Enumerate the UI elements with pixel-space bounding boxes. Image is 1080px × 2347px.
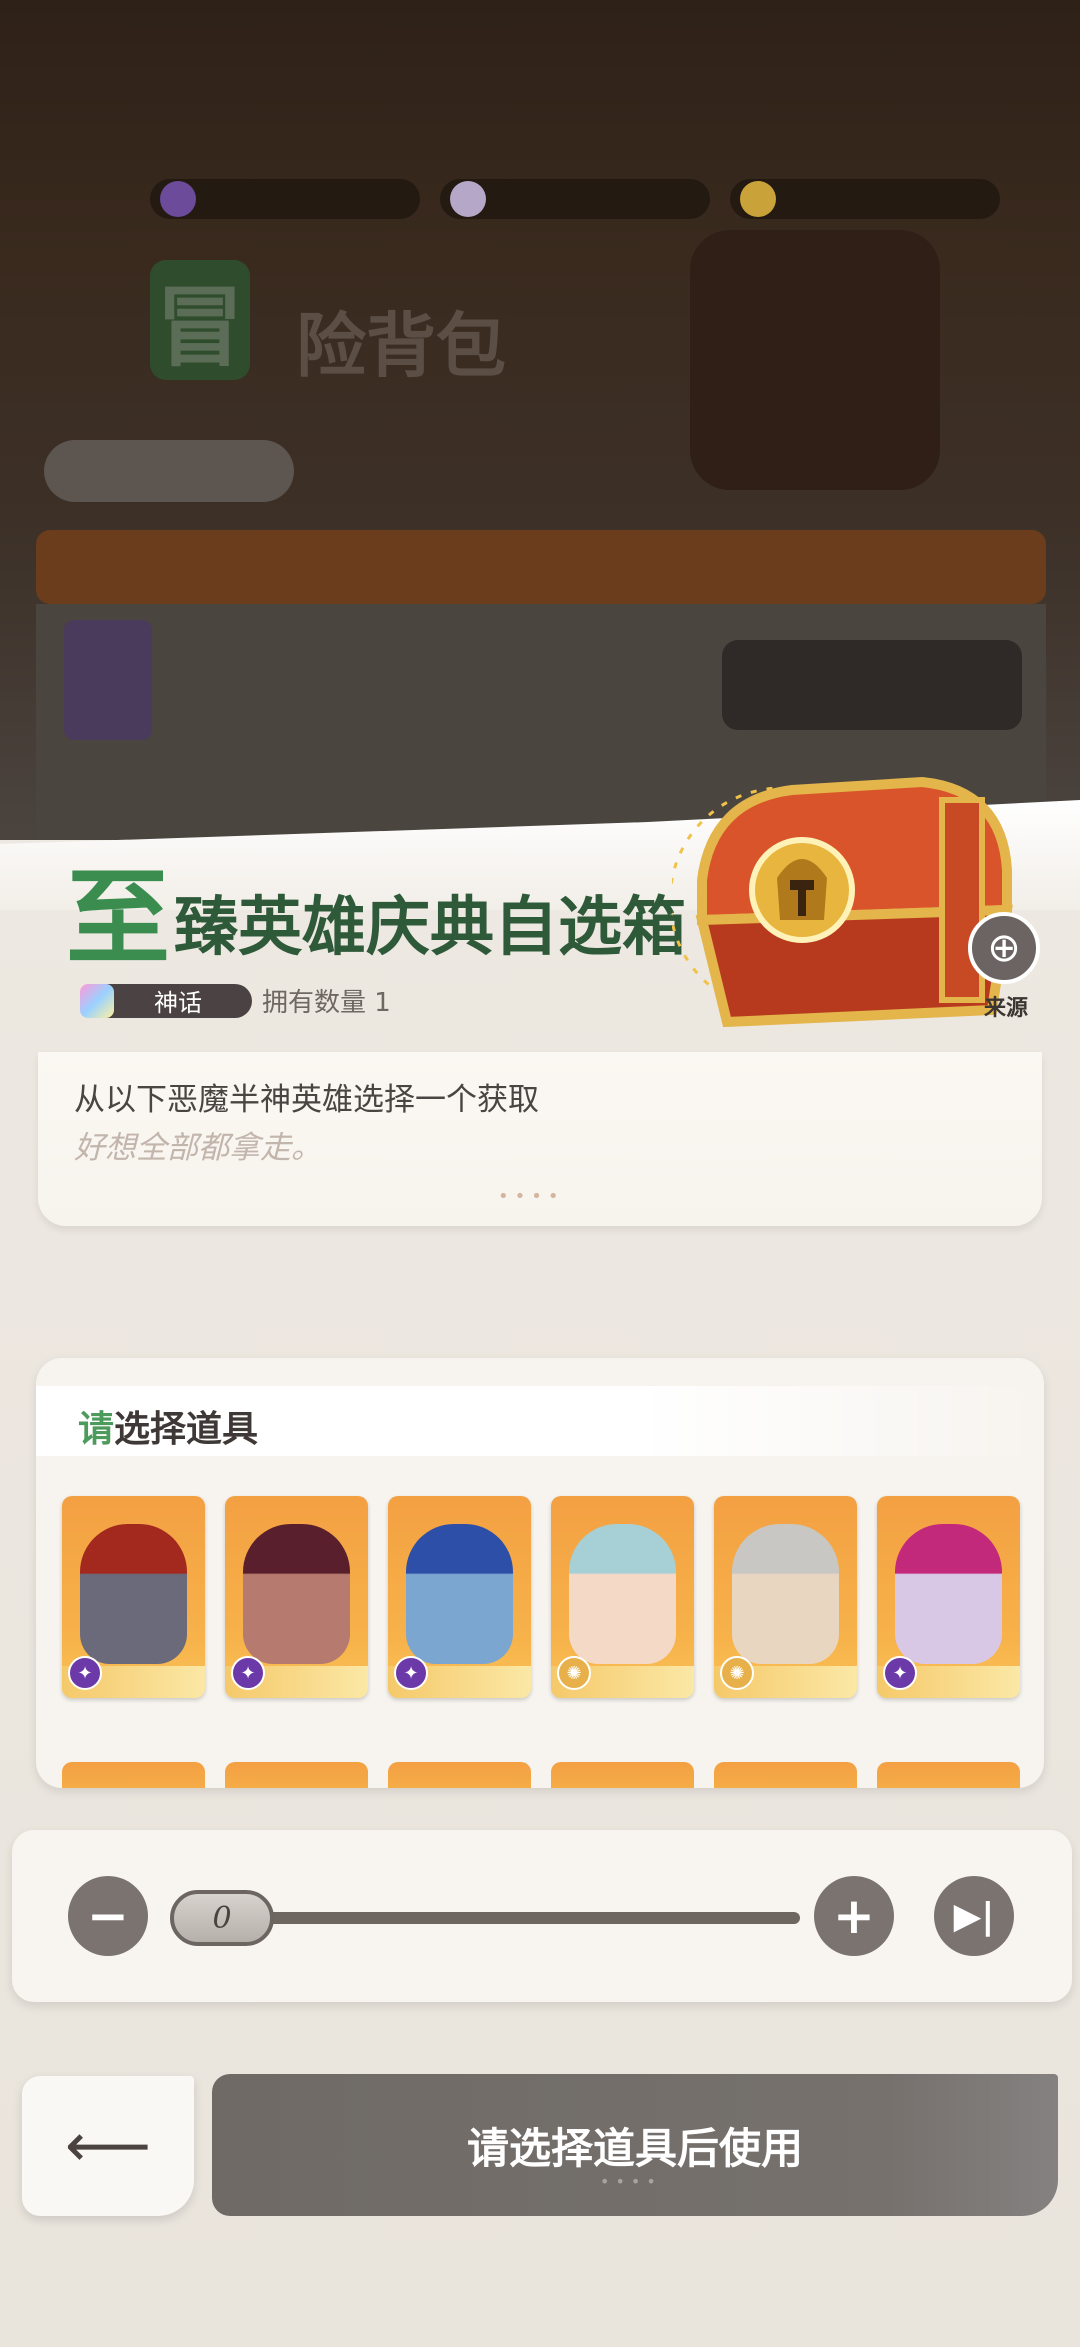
gold-coin-icon — [740, 181, 776, 217]
resource-gold — [730, 179, 1000, 219]
background-scene: 冒 险背包 — [0, 0, 1080, 860]
rarity-badge: 神话 — [80, 983, 252, 1018]
quantity-slider-thumb[interactable]: 0 — [170, 1890, 274, 1946]
item-meta: 神话 拥有数量 1 — [80, 982, 391, 1019]
resource-diamond — [440, 179, 710, 219]
decrease-button[interactable]: − — [68, 1876, 148, 1956]
hero-portrait — [406, 1524, 513, 1664]
item-title-first-char: 至 — [66, 856, 171, 979]
hero-option-list-next-row — [62, 1762, 1020, 1788]
demon-faction-icon: ✦ — [394, 1656, 428, 1690]
hero-option-peek[interactable] — [714, 1762, 857, 1788]
plus-icon: + — [833, 1887, 875, 1945]
hero-option-peek[interactable] — [388, 1762, 531, 1788]
item-flavor-text: 好想全部都拿走。 — [74, 1130, 322, 1166]
background-item-icon — [64, 620, 152, 740]
hero-portrait — [895, 1524, 1002, 1664]
demon-faction-icon: ✦ — [883, 1656, 917, 1690]
resource-bar — [150, 176, 1030, 222]
hero-option-list: ✦ ✦ ✦ ✺ ✺ ✦ — [62, 1496, 1020, 1698]
hero-portrait — [569, 1524, 676, 1664]
background-filter-dropdown — [44, 440, 294, 502]
background-notice-bar — [36, 530, 1046, 604]
back-button[interactable]: ⟵ — [22, 2076, 194, 2216]
hero-option-pink-demoness-hero[interactable]: ✦ — [877, 1496, 1020, 1698]
diamond-icon — [450, 181, 486, 217]
item-title-rest: 臻英雄庆典自选箱 — [174, 890, 687, 965]
hero-option-peek[interactable] — [225, 1762, 368, 1788]
quantity-stepper: − 0 + ▶| — [12, 1830, 1072, 2002]
hero-option-peek[interactable] — [877, 1762, 1020, 1788]
hero-option-silver-helm-hero[interactable]: ✺ — [714, 1496, 857, 1698]
decor-dots: •••• — [600, 2172, 662, 2191]
celestial-faction-icon: ✺ — [720, 1656, 754, 1690]
hero-option-demon-horned-hero[interactable]: ✦ — [62, 1496, 205, 1698]
decor-dots: •••• — [498, 1186, 565, 1207]
hero-option-peek[interactable] — [62, 1762, 205, 1788]
hero-option-ice-crown-hero[interactable]: ✦ — [388, 1496, 531, 1698]
selection-title: 请选择道具 — [78, 1400, 258, 1452]
back-arrow-icon: ⟵ — [64, 2111, 151, 2181]
rarity-gem-icon — [80, 983, 114, 1018]
increase-button[interactable]: + — [814, 1876, 894, 1956]
item-title: 至 臻英雄庆典自选箱 — [66, 850, 686, 970]
selection-title-accent: 请 — [78, 1409, 115, 1450]
demon-faction-icon: ✦ — [68, 1656, 102, 1690]
background-title: 险背包 — [296, 305, 506, 387]
owned-count: 拥有数量 1 — [262, 988, 391, 1018]
selection-card: 请选择道具 ✦ ✦ ✦ ✺ ✺ ✦ — [36, 1358, 1044, 1788]
resource-crystal — [150, 179, 420, 219]
celestial-faction-icon: ✺ — [557, 1656, 591, 1690]
purple-crystal-icon — [160, 181, 196, 217]
background-backpack-icon — [690, 230, 940, 490]
background-action-button — [722, 640, 1022, 730]
hero-portrait — [80, 1524, 187, 1664]
hero-option-twin-maidens-hero[interactable]: ✺ — [551, 1496, 694, 1698]
hero-portrait — [732, 1524, 839, 1664]
description-card: 从以下恶魔半神英雄选择一个获取 好想全部都拿走。 •••• — [38, 1052, 1042, 1226]
hero-option-peek[interactable] — [551, 1762, 694, 1788]
hero-portrait — [243, 1524, 350, 1664]
demon-faction-icon: ✦ — [231, 1656, 265, 1690]
background-title-badge: 冒 — [150, 260, 250, 380]
rarity-label: 神话 — [154, 989, 202, 1017]
use-button[interactable]: 请选择道具后使用 — [212, 2074, 1058, 2216]
skip-to-end-icon: ▶| — [953, 1895, 995, 1937]
source-button[interactable]: ⊕ — [968, 912, 1040, 984]
minus-icon: − — [87, 1887, 129, 1945]
selection-title-rest: 选择道具 — [114, 1409, 259, 1450]
source-label: 来源 — [983, 996, 1028, 1021]
item-description: 从以下恶魔半神英雄选择一个获取 — [74, 1082, 539, 1118]
hero-option-dark-armored-hero[interactable]: ✦ — [225, 1496, 368, 1698]
source-icon: ⊕ — [987, 925, 1021, 971]
max-quantity-button[interactable]: ▶| — [934, 1876, 1014, 1956]
